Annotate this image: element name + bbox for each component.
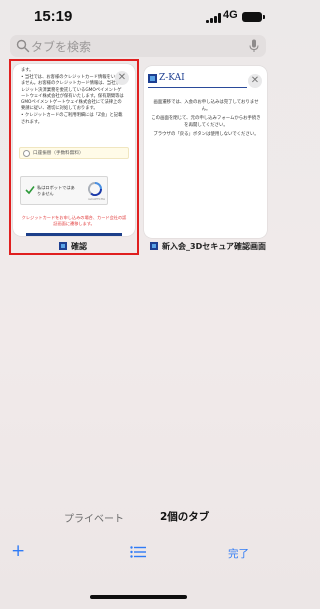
network-type: 4G xyxy=(223,9,238,21)
search-icon xyxy=(16,39,30,53)
tab1-paragraph: • 当社では、お客様のクレジットカード情報をいたしません。お客様のクレジットカー… xyxy=(21,75,124,112)
status-time: 15:19 xyxy=(34,8,73,25)
signal-icon xyxy=(206,13,222,23)
tab2-paragraph: この画面を閉じて、元の申し込みフォームからお手続きを再開してください。 xyxy=(151,116,261,128)
close-tab-button[interactable]: ✕ xyxy=(248,74,262,88)
card-warning-text: クレジットカードをお申し込みの場合、カード会社の認証画面に遷移します。 xyxy=(21,215,127,226)
tab-title-text: 確認 xyxy=(71,242,87,251)
header-divider xyxy=(148,87,247,88)
tab2-page-text: 画面遷移では、入会のお申し込みは完了しておりません。 この画面を閉じて、元の申し… xyxy=(150,99,262,140)
done-button[interactable]: 完了 xyxy=(228,546,249,561)
close-tab-button[interactable]: ✕ xyxy=(115,71,129,85)
tab1-paragraph: ます。 xyxy=(21,68,34,73)
radio-icon xyxy=(23,150,30,157)
tab2-paragraph: 画面遷移では、入会のお申し込みは完了しておりません。 xyxy=(153,100,259,112)
recaptcha-label: 私はロボットではありません xyxy=(37,185,75,196)
tab-overview-toolbar: + 完了 xyxy=(0,540,277,568)
zkai-logo-icon xyxy=(148,74,157,83)
checkmark-icon xyxy=(25,186,35,195)
page-button-bar xyxy=(26,233,122,236)
microphone-icon[interactable] xyxy=(249,39,259,53)
tab-title-3d-secure[interactable]: 新入会_3Dセキュア確認画面 xyxy=(150,241,266,252)
recaptcha-widget: 私はロボットではありません reCAPTCHA xyxy=(20,176,108,205)
status-bar: 15:19 4G xyxy=(0,0,277,32)
recaptcha-footer: reCAPTCHA xyxy=(87,197,105,201)
battery-icon xyxy=(242,12,265,22)
tab-group-switcher: プライベート 2個のタブ xyxy=(0,505,277,529)
tab-card-3d-secure[interactable]: Z-KAI ✕ 画面遷移では、入会のお申し込みは完了しておりません。 この画面を… xyxy=(144,66,267,238)
tab-search-field[interactable]: タブを検索 xyxy=(10,35,266,57)
plus-icon[interactable]: + xyxy=(11,541,25,561)
home-indicator[interactable] xyxy=(90,595,187,599)
tab-title-text: 新入会_3Dセキュア確認画面 xyxy=(162,242,267,251)
zkai-header: Z-KAI xyxy=(148,73,258,83)
tab1-paragraph: • クレジットカードのご利用明細には「Z会」と記載されます。 xyxy=(21,113,123,125)
zkai-logo-text: Z-KAI xyxy=(159,73,185,83)
payment-option-label: 口座振替（手数料無料） xyxy=(33,151,84,156)
tab1-page-text: ます。 • 当社では、お客様のクレジットカード情報をいたしません。お客様のクレジ… xyxy=(21,68,125,127)
tab-card-confirm[interactable]: ます。 • 当社では、お客様のクレジットカード情報をいたしません。お客様のクレジ… xyxy=(13,64,135,236)
list-icon[interactable] xyxy=(130,546,146,558)
close-icon: ✕ xyxy=(117,72,127,83)
zkai-favicon-icon xyxy=(150,242,158,250)
zkai-favicon-icon xyxy=(59,242,67,250)
private-tabs-button[interactable]: プライベート xyxy=(64,510,124,525)
tab2-paragraph: ブラウザの「戻る」ボタンは使用しないでください。 xyxy=(153,132,259,137)
payment-option-bank: 口座振替（手数料無料） xyxy=(19,147,129,159)
recaptcha-logo-icon xyxy=(88,182,102,196)
tab-title-confirm[interactable]: 確認 xyxy=(59,241,87,252)
close-icon: ✕ xyxy=(250,75,260,86)
tab-count-button[interactable]: 2個のタブ xyxy=(160,509,209,524)
search-placeholder: タブを検索 xyxy=(31,40,92,54)
